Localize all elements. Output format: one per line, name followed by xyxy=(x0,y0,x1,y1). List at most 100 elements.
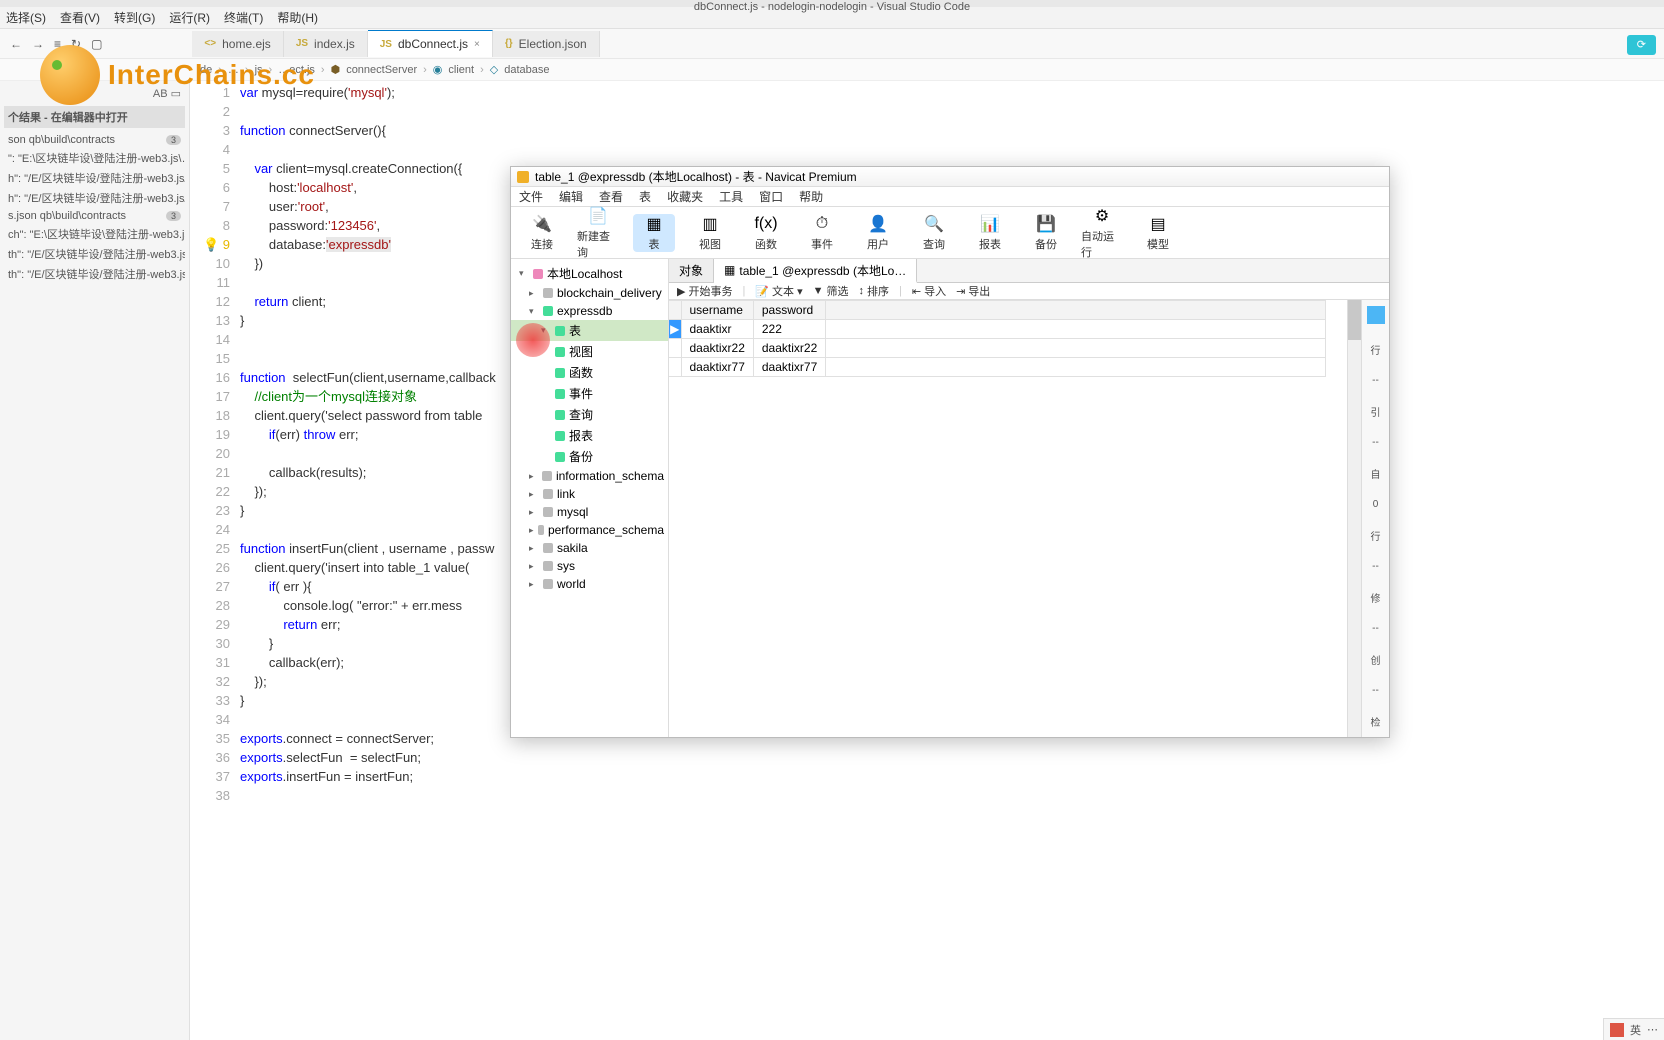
tree-world[interactable]: ▸world xyxy=(511,575,668,593)
refresh-icon[interactable]: ↻ xyxy=(71,37,81,51)
toolbar-报表[interactable]: 📊报表 xyxy=(969,214,1011,252)
toolbar-模型[interactable]: ▤模型 xyxy=(1137,214,1179,252)
search-result-row[interactable]: h": "/E/区块链毕设/登陆注册-web3.js/… xyxy=(4,188,185,208)
sync-button[interactable]: ⟳ xyxy=(1627,35,1656,55)
nav-fwd-icon[interactable]: → xyxy=(32,37,44,51)
nav-menu-item[interactable]: 窗口 xyxy=(759,188,783,205)
vertical-scrollbar[interactable] xyxy=(1347,300,1361,737)
menu-view[interactable]: 查看(V) xyxy=(60,9,100,26)
list-icon[interactable]: ≡ xyxy=(54,37,61,51)
tree-本地Localhost[interactable]: ▾本地Localhost xyxy=(511,263,668,284)
toolbar-事件[interactable]: ⏱事件 xyxy=(801,214,843,252)
opt-文本 ▾[interactable]: 📝文本 ▾ xyxy=(755,283,802,299)
nav-menu-item[interactable]: 查看 xyxy=(599,188,623,205)
navicat-titlebar[interactable]: table_1 @expressdb (本地Localhost) - 表 - N… xyxy=(511,167,1389,187)
ime-more-icon[interactable]: ⋯ xyxy=(1647,1023,1658,1036)
search-result-row[interactable]: ": "E:\区块链毕设\登陆注册-web3.js\… xyxy=(4,148,185,168)
tree-sys[interactable]: ▸sys xyxy=(511,557,668,575)
data-grid[interactable]: usernamepassword▶daaktixr222daaktixr22da… xyxy=(669,300,1361,737)
vscode-toolbar: ← → ≡ ↻ ▢ <>home.ejs JSindex.js JSdbConn… xyxy=(0,29,1664,59)
cell[interactable]: daaktixr22 xyxy=(753,339,825,358)
panel-head-right[interactable]: AB ▭ xyxy=(153,87,181,100)
toolbar-连接[interactable]: 🔌连接 xyxy=(521,214,563,252)
bc-item[interactable]: … xyxy=(228,64,239,76)
save-icon[interactable]: ▢ xyxy=(91,37,102,51)
menu-goto[interactable]: 转到(G) xyxy=(114,9,155,26)
menu-terminal[interactable]: 终端(T) xyxy=(224,9,263,26)
cell[interactable]: daaktixr77 xyxy=(681,358,753,377)
tree-查询[interactable]: 查询 xyxy=(511,404,668,425)
tree-视图[interactable]: 视图 xyxy=(511,341,668,362)
search-result-row[interactable]: son qb\build\contracts3 xyxy=(4,132,185,148)
opt-排序[interactable]: ↕排序 xyxy=(859,283,890,299)
search-result-row[interactable]: th": "/E/区块链毕设/登陆注册-web3.js/… xyxy=(4,244,185,264)
tree-函数[interactable]: 函数 xyxy=(511,362,668,383)
nav-menu-item[interactable]: 帮助 xyxy=(799,188,823,205)
tree-事件[interactable]: 事件 xyxy=(511,383,668,404)
tree-mysql[interactable]: ▸mysql xyxy=(511,503,668,521)
col-username[interactable]: username xyxy=(681,301,753,320)
bc-item[interactable]: database xyxy=(504,64,549,76)
tab-election[interactable]: {}Election.json xyxy=(493,31,600,57)
content-tab[interactable]: ▦table_1 @expressdb (本地Lo… xyxy=(714,259,917,283)
nav-menu-item[interactable]: 收藏夹 xyxy=(667,188,703,205)
cell[interactable]: daaktixr xyxy=(681,320,753,339)
toolbar-查询[interactable]: 🔍查询 xyxy=(913,214,955,252)
nav-menu-item[interactable]: 文件 xyxy=(519,188,543,205)
cell[interactable]: 222 xyxy=(753,320,825,339)
tree-expressdb[interactable]: ▾expressdb xyxy=(511,302,668,320)
tree-备份[interactable]: 备份 xyxy=(511,446,668,467)
search-result-row[interactable]: th": "/E/区块链毕设/登陆注册-web3.js/… xyxy=(4,264,185,284)
bc-item[interactable]: connectServer xyxy=(346,64,417,76)
menu-select[interactable]: 选择(S) xyxy=(6,9,46,26)
nav-menu-item[interactable]: 编辑 xyxy=(559,188,583,205)
tree-information_schema[interactable]: ▸information_schema xyxy=(511,467,668,485)
toolbar-自动运行[interactable]: ⚙自动运行 xyxy=(1081,206,1123,260)
ime-bar[interactable]: 英 ⋯ xyxy=(1603,1018,1664,1040)
opt-导入[interactable]: ⇤导入 xyxy=(912,283,946,299)
cell[interactable]: daaktixr22 xyxy=(681,339,753,358)
toolbar-视图[interactable]: ▥视图 xyxy=(689,214,731,252)
bc-item[interactable]: …ect.js xyxy=(278,64,315,76)
tab-index[interactable]: JSindex.js xyxy=(284,31,368,57)
tree-link[interactable]: ▸link xyxy=(511,485,668,503)
cell[interactable]: daaktixr77 xyxy=(753,358,825,377)
toolbar-备份[interactable]: 💾备份 xyxy=(1025,214,1067,252)
bc-item[interactable]: client xyxy=(448,64,474,76)
bc-item[interactable]: js xyxy=(255,64,263,76)
opt-筛选[interactable]: ▼筛选 xyxy=(813,283,849,299)
tree-blockchain_delivery[interactable]: ▸blockchain_delivery xyxy=(511,284,668,302)
search-result-row[interactable]: h": "/E/区块链毕设/登陆注册-web3.js/… xyxy=(4,168,185,188)
tree-sakila[interactable]: ▸sakila xyxy=(511,539,668,557)
info-icon[interactable] xyxy=(1367,306,1385,324)
tree-performance_schema[interactable]: ▸performance_schema xyxy=(511,521,668,539)
content-tab[interactable]: 对象 xyxy=(669,259,714,282)
nav-menu-item[interactable]: 工具 xyxy=(719,188,743,205)
col-password[interactable]: password xyxy=(753,301,825,320)
toolbar-新建查询[interactable]: 📄新建查询 xyxy=(577,206,619,260)
tree-表[interactable]: ▾表 xyxy=(511,320,668,341)
navicat-app-icon xyxy=(517,171,529,183)
toolbar-表[interactable]: ▦表 xyxy=(633,214,675,252)
close-icon[interactable]: × xyxy=(474,39,480,50)
search-result-row[interactable]: s.json qb\build\contracts3 xyxy=(4,208,185,224)
navicat-tree[interactable]: ▾本地Localhost▸blockchain_delivery▾express… xyxy=(511,259,669,737)
search-results-title: 个结果 - 在编辑器中打开 xyxy=(4,106,185,128)
navicat-window[interactable]: table_1 @expressdb (本地Localhost) - 表 - N… xyxy=(510,166,1390,738)
toolbar-用户[interactable]: 👤用户 xyxy=(857,214,899,252)
nav-menu-item[interactable]: 表 xyxy=(639,188,651,205)
navicat-options: ▶开始事务|📝文本 ▾▼筛选↕排序|⇤导入⇥导出 xyxy=(669,283,1389,300)
search-result-row[interactable]: ch": "E:\区块链毕设\登陆注册-web3.js\… xyxy=(4,224,185,244)
tab-home[interactable]: <>home.ejs xyxy=(192,31,283,57)
opt-开始事务[interactable]: ▶开始事务 xyxy=(677,283,732,299)
toolbar-函数[interactable]: f(x)函数 xyxy=(745,214,787,252)
menu-run[interactable]: 运行(R) xyxy=(169,9,210,26)
menu-help[interactable]: 帮助(H) xyxy=(277,9,318,26)
nav-back-icon[interactable]: ← xyxy=(10,37,22,51)
editor-tabs: <>home.ejs JSindex.js JSdbConnect.js× {}… xyxy=(192,30,599,57)
tab-dbconnect[interactable]: JSdbConnect.js× xyxy=(368,30,493,57)
opt-导出[interactable]: ⇥导出 xyxy=(956,283,990,299)
bc-item[interactable]: de xyxy=(200,64,212,76)
ime-lang[interactable]: 英 xyxy=(1630,1022,1641,1038)
tree-报表[interactable]: 报表 xyxy=(511,425,668,446)
